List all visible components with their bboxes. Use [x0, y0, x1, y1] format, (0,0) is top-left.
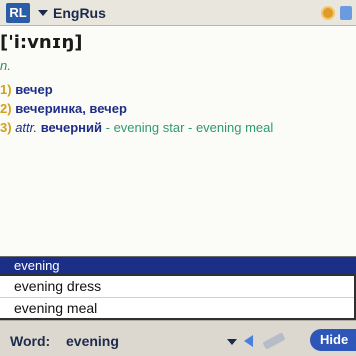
- app-logo-text: RL: [9, 5, 27, 20]
- dictionary-selector[interactable]: EngRus: [38, 5, 106, 21]
- sense-1: 1) вечер: [0, 82, 53, 97]
- sense-attr-label: attr.: [15, 120, 38, 135]
- part-of-speech: n.: [0, 58, 11, 73]
- list-item[interactable]: evening meal: [0, 297, 354, 318]
- sense-translation[interactable]: вечер: [15, 82, 52, 97]
- search-value: evening: [14, 258, 60, 273]
- bottom-toolbar: Word: evening Hide: [0, 320, 356, 356]
- sense-example: - evening star - evening meal: [105, 120, 274, 135]
- app-logo[interactable]: RL: [6, 2, 30, 23]
- hide-button-label: Hide: [320, 332, 349, 347]
- sense-translation[interactable]: вечеринка, вечер: [15, 101, 127, 116]
- sense-2: 2) вечеринка, вечер: [0, 101, 127, 116]
- list-item[interactable]: evening dress: [0, 276, 354, 297]
- suggestion-list: evening dress evening meal: [0, 274, 356, 320]
- translation-panel: ['i:vnɪŋ] n. 1) вечер 2) вечеринка, вече…: [0, 26, 356, 256]
- dictionary-label: EngRus: [53, 4, 106, 21]
- word-label: Word:: [10, 333, 51, 349]
- hide-button[interactable]: Hide: [310, 329, 356, 351]
- dropdown-arrow-icon[interactable]: [227, 339, 237, 345]
- sound-icon[interactable]: [321, 5, 335, 20]
- chevron-down-icon: [38, 9, 48, 16]
- title-bar: RL EngRus: [0, 0, 356, 26]
- sense-number: 1): [0, 82, 12, 97]
- search-highlight[interactable]: evening: [0, 256, 356, 274]
- menu-icon[interactable]: [340, 5, 352, 20]
- word-input[interactable]: evening: [66, 333, 119, 349]
- sense-translation[interactable]: вечерний: [41, 120, 102, 135]
- back-arrow-icon[interactable]: [244, 335, 253, 347]
- sense-3: 3) attr. вечерний - evening star - eveni…: [0, 120, 273, 135]
- transcription: ['i:vnɪŋ]: [0, 32, 83, 53]
- header-icons: [321, 5, 352, 20]
- clear-icon[interactable]: [262, 332, 286, 350]
- sense-number: 3): [0, 120, 12, 135]
- sense-number: 2): [0, 101, 12, 116]
